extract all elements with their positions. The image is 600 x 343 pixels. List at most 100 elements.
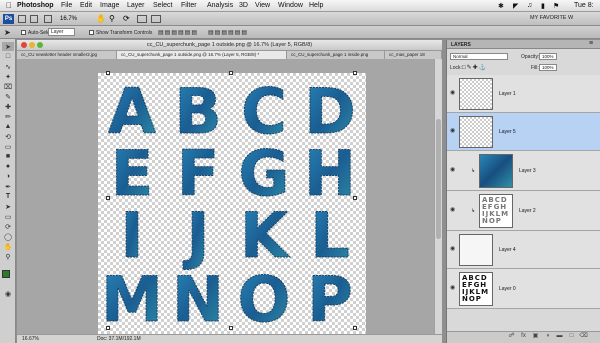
menu-window[interactable]: Window (278, 2, 303, 9)
bridge-icon[interactable] (18, 15, 26, 23)
vertical-scrollbar[interactable] (434, 59, 442, 334)
transform-handle-top-center[interactable] (229, 71, 233, 75)
layer-row[interactable]: ◉ ABCDEFGHIJKLMNOP Layer 0 (447, 269, 600, 309)
link-layers-icon[interactable]: ☍ (507, 333, 516, 340)
extras-icon[interactable] (44, 15, 52, 23)
quick-mask-icon[interactable]: ◉ (2, 289, 14, 298)
menu-image[interactable]: Image (100, 2, 119, 9)
eyedropper-tool-icon[interactable]: ✎ (2, 92, 14, 101)
quick-select-tool-icon[interactable]: ✦ (2, 72, 14, 81)
panel-menu-icon[interactable]: ≡ (589, 40, 593, 47)
layer-row[interactable]: ◉ Layer 4 (447, 231, 600, 269)
menu-select[interactable]: Select (153, 2, 172, 9)
visibility-eye-icon[interactable]: ◉ (450, 167, 458, 173)
layer-row[interactable]: ◉ Layer 1 (447, 75, 600, 113)
brush-tool-icon[interactable]: ✏ (2, 112, 14, 121)
menu-3d[interactable]: 3D (239, 2, 248, 9)
tab-paper[interactable]: cc_mas_paper 18 (385, 51, 442, 59)
visibility-eye-icon[interactable]: ◉ (450, 207, 458, 213)
zoom-level[interactable]: 16.7% (60, 14, 88, 24)
layer-row[interactable]: ◉ ↳ ABCDEFGHIJKLMNOP Layer 2 (447, 191, 600, 231)
status-doc-size[interactable]: Doc: 37.1M/192.1M (97, 336, 141, 342)
workspace-switcher[interactable]: MY FAVORITE W (530, 15, 573, 21)
hand-tool-icon[interactable]: ✋ (2, 242, 14, 251)
healing-tool-icon[interactable]: ✚ (2, 102, 14, 111)
layer-style-icon[interactable]: fx (519, 333, 528, 340)
move-tool-icon[interactable]: ➤ (2, 42, 14, 51)
minimize-window-button[interactable] (29, 42, 35, 48)
blur-tool-icon[interactable]: ● (2, 162, 14, 171)
transform-handle-bottom-center[interactable] (229, 326, 233, 330)
layer-row[interactable]: ◉ Layer 5 (447, 113, 600, 151)
distribute-buttons[interactable]: ▤▤▤▤▤▤ (208, 29, 248, 36)
clone-stamp-tool-icon[interactable]: ▲ (2, 122, 14, 131)
mini-bridge-icon[interactable] (30, 15, 38, 23)
shape-tool-icon[interactable]: ▭ (2, 212, 14, 221)
visibility-eye-icon[interactable]: ◉ (450, 285, 458, 291)
visibility-eye-icon[interactable]: ◉ (450, 90, 458, 96)
menu-layer[interactable]: Layer (127, 2, 145, 9)
crop-tool-icon[interactable]: ⌧ (2, 82, 14, 91)
transform-handle-bottom-right[interactable] (353, 326, 357, 330)
align-buttons[interactable]: ▤▤▤▤▤▤ (158, 29, 198, 36)
layer-row[interactable]: ◉ ↳ Layer 3 (447, 151, 600, 191)
menu-filter[interactable]: Filter (181, 2, 197, 9)
layers-tab[interactable]: LAYERS (451, 42, 471, 48)
auto-select-checkbox[interactable] (21, 30, 26, 35)
clock[interactable]: Tue 8: (574, 2, 594, 9)
trash-icon[interactable]: ⌫ (579, 333, 588, 340)
type-tool-icon[interactable]: T (2, 192, 14, 201)
rotate-view-icon[interactable]: ⟳ (123, 14, 130, 23)
battery-icon[interactable]: ▮ (541, 2, 545, 10)
tab-superchunk-outside[interactable]: cc_CU_superchunk_page 1 outside.png @ 16… (117, 51, 287, 59)
dodge-tool-icon[interactable]: ◑ (2, 172, 14, 181)
menu-analysis[interactable]: Analysis (207, 2, 233, 9)
screen-mode-icon[interactable] (151, 15, 161, 23)
gradient-tool-icon[interactable]: ■ (2, 152, 14, 161)
wifi-icon[interactable]: ◤ (513, 2, 518, 10)
transform-handle-bottom-left[interactable] (106, 326, 110, 330)
document-canvas[interactable]: ABCDEFGHIJKLMNOP (98, 71, 366, 336)
move-tool-preset-icon[interactable]: ➤ (4, 28, 11, 37)
zoom-tool-icon[interactable]: ⚲ (2, 252, 14, 261)
3d-orbit-tool-icon[interactable]: ◯ (2, 232, 14, 241)
eraser-tool-icon[interactable]: ▭ (2, 142, 14, 151)
transform-handle-middle-right[interactable] (353, 196, 357, 200)
bluetooth-icon[interactable]: ✱ (498, 2, 504, 10)
marquee-tool-icon[interactable]: □ (2, 52, 14, 61)
flag-icon[interactable]: ⚑ (553, 2, 559, 10)
close-window-button[interactable] (21, 42, 27, 48)
transform-handle-top-right[interactable] (353, 71, 357, 75)
opacity-input[interactable]: 100% (539, 53, 557, 60)
volume-icon[interactable]: ♫ (527, 2, 532, 9)
menu-edit[interactable]: Edit (80, 2, 92, 9)
foreground-color-swatch[interactable] (2, 270, 10, 278)
adjustment-layer-icon[interactable]: ◑ (543, 333, 552, 340)
menu-help[interactable]: Help (309, 2, 323, 9)
lock-buttons[interactable]: □✎✚⚓ (462, 64, 487, 71)
transform-handle-middle-left[interactable] (106, 196, 110, 200)
visibility-eye-icon[interactable]: ◉ (450, 128, 458, 134)
hand-tool-icon[interactable]: ✋ (96, 14, 106, 23)
auto-select-dropdown[interactable]: Layer (48, 28, 75, 36)
arrange-documents-icon[interactable] (137, 15, 147, 23)
status-zoom[interactable]: 16.67% (22, 336, 39, 342)
blend-mode-dropdown[interactable]: Normal (450, 53, 508, 60)
visibility-eye-icon[interactable]: ◉ (450, 246, 458, 252)
lasso-tool-icon[interactable]: ∿ (2, 62, 14, 71)
fill-input[interactable]: 100% (539, 64, 557, 71)
history-brush-tool-icon[interactable]: ⟲ (2, 132, 14, 141)
zoom-tool-icon[interactable]: ⚲ (109, 14, 115, 23)
pen-tool-icon[interactable]: ✒ (2, 182, 14, 191)
menu-file[interactable]: File (61, 2, 72, 9)
scrollbar-thumb[interactable] (436, 119, 441, 239)
transform-handle-top-left[interactable] (106, 71, 110, 75)
add-mask-icon[interactable]: ▣ (531, 333, 540, 340)
transform-controls-checkbox[interactable] (89, 30, 94, 35)
3d-rotate-tool-icon[interactable]: ⟳ (2, 222, 14, 231)
new-layer-icon[interactable]: □ (567, 333, 576, 340)
tab-newsletter-header[interactable]: cc_CU newsletter header smaller2.jpg (17, 51, 117, 59)
app-menu[interactable]: Photoshop (17, 2, 54, 9)
tab-superchunk-inside[interactable]: cc_CU_superchunk_page 1 inside.png (287, 51, 385, 59)
new-group-icon[interactable]: ▬ (555, 333, 564, 340)
